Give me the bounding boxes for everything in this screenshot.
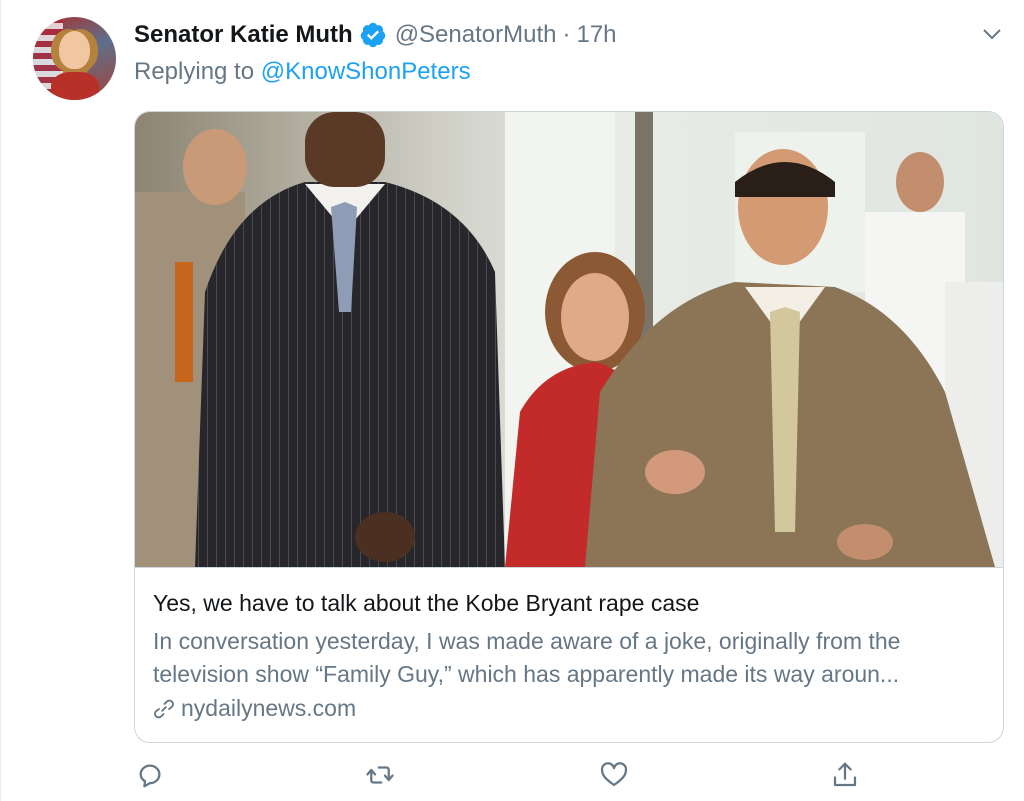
share-icon [833,762,857,787]
author-name[interactable]: Senator Katie Muth [134,21,353,49]
replying-to: Replying to @KnowShonPeters [134,58,471,86]
retweet-button[interactable] [365,760,395,790]
link-icon [154,699,174,718]
replying-to-mention[interactable]: @KnowShonPeters [261,58,471,85]
avatar[interactable] [33,17,116,100]
heart-icon [600,762,628,787]
separator-dot: · [562,21,571,48]
card-title[interactable]: Yes, we have to talk about the Kobe Brya… [153,590,699,617]
author-handle[interactable]: @SenatorMuth [395,21,557,49]
retweet-icon [366,766,394,784]
link-card[interactable]: Yes, we have to talk about the Kobe Brya… [134,111,1004,743]
reply-icon [139,764,161,788]
tweet-timestamp[interactable]: 17h [576,21,616,49]
card-description: In conversation yesterday, I was made aw… [153,628,901,687]
like-button[interactable] [599,760,629,790]
chevron-down-icon[interactable] [981,25,1003,43]
avatar-face [59,31,90,69]
card-image[interactable] [135,112,1003,568]
replying-to-label: Replying to [134,58,255,85]
tweet-actions [1,760,1024,794]
avatar-body [51,72,99,100]
reply-button[interactable] [135,760,165,790]
card-domain-text: nydailynews.com [181,695,357,721]
tweet-container: Senator Katie Muth @SenatorMuth · 17h Re… [0,0,1024,801]
tweet-header: Senator Katie Muth @SenatorMuth · 17h [134,18,617,52]
card-domain[interactable]: nydailynews.com [153,695,356,722]
share-button[interactable] [830,760,860,790]
verified-badge-icon [360,22,385,48]
